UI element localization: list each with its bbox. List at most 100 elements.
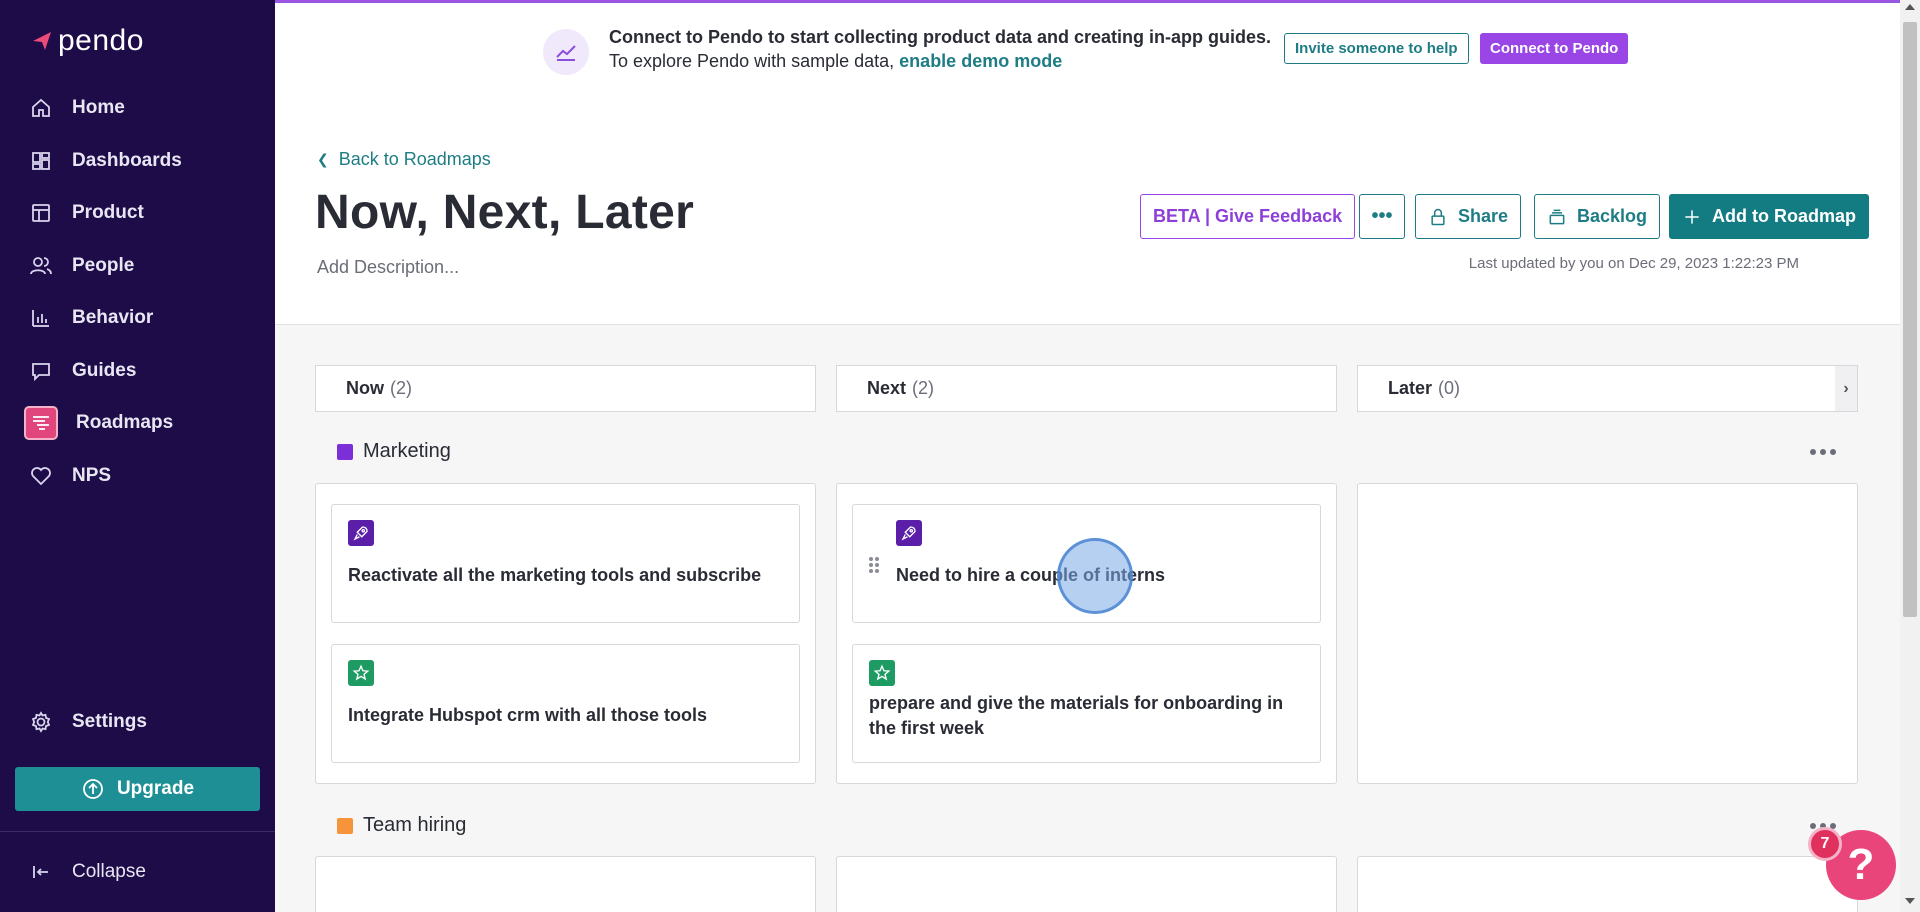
star-icon: [348, 660, 374, 686]
group-title-marketing[interactable]: Marketing: [337, 440, 451, 463]
logo-text: pendo: [58, 24, 144, 57]
sidebar-item-settings[interactable]: Settings: [22, 702, 260, 742]
behavior-icon: [28, 305, 54, 331]
pendo-logo-icon: [33, 32, 51, 50]
column-count: (0): [1438, 378, 1461, 398]
sidebar-item-label: Settings: [72, 711, 147, 732]
chevron-left-icon: ❮: [317, 151, 329, 167]
group-more-options[interactable]: [1810, 449, 1836, 455]
lane-team-hiring-now: [315, 856, 816, 912]
sidebar-divider: [0, 831, 275, 832]
sidebar-item-people[interactable]: People: [22, 246, 260, 286]
collapse-icon: [28, 859, 54, 885]
back-to-roadmaps-link[interactable]: ❮ Back to Roadmaps: [317, 149, 491, 170]
sidebar-collapse[interactable]: Collapse: [22, 852, 260, 892]
sidebar-item-label: Home: [72, 97, 125, 118]
sidebar-item-label: Roadmaps: [76, 412, 174, 433]
banner-subtitle-text: To explore Pendo with sample data,: [609, 51, 900, 71]
share-button[interactable]: Share: [1415, 194, 1522, 239]
connect-button[interactable]: Connect to Pendo: [1480, 33, 1629, 64]
chevron-right-icon[interactable]: ›: [1835, 366, 1857, 411]
scroll-up-icon[interactable]: [1905, 4, 1915, 10]
page-title[interactable]: Now, Next, Later: [315, 185, 694, 240]
add-label: Add to Roadmap: [1712, 206, 1856, 226]
backlog-label: Backlog: [1577, 206, 1648, 226]
column-name: Next: [867, 378, 907, 398]
column-header-next: Next (2): [836, 365, 1337, 412]
back-label: Back to Roadmaps: [338, 149, 491, 169]
card-title: Need to hire a couple of interns: [896, 565, 1166, 585]
roadmap-card[interactable]: Need to hire a couple of interns: [852, 504, 1321, 623]
lane-marketing-next: Need to hire a couple of interns prepare…: [836, 483, 1337, 784]
rocket-icon: [896, 520, 922, 546]
home-icon: [28, 95, 54, 121]
lane-team-hiring-later: [1357, 856, 1858, 912]
sidebar-item-dashboards[interactable]: Dashboards: [22, 141, 260, 181]
enable-demo-mode-link[interactable]: enable demo mode: [899, 51, 1062, 71]
add-to-roadmap-button[interactable]: Add to Roadmap: [1669, 194, 1869, 239]
star-icon: [869, 660, 895, 686]
backlog-button[interactable]: Backlog: [1534, 194, 1661, 239]
scrollbar-thumb[interactable]: [1903, 22, 1917, 617]
roadmap-card[interactable]: Reactivate all the marketing tools and s…: [331, 504, 800, 623]
drag-handle-icon[interactable]: [869, 557, 879, 573]
people-icon: [28, 253, 54, 279]
roadmap-card[interactable]: prepare and give the materials for onboa…: [852, 644, 1321, 763]
lane-team-hiring-next: [836, 856, 1337, 912]
sidebar-item-nps[interactable]: NPS: [22, 456, 260, 496]
sidebar-item-home[interactable]: Home: [22, 88, 260, 128]
collapse-label: Collapse: [72, 861, 146, 882]
scroll-down-icon[interactable]: [1905, 898, 1915, 904]
guides-icon: [28, 358, 54, 384]
invite-button[interactable]: Invite someone to help: [1284, 33, 1469, 64]
sidebar-item-product[interactable]: Product: [22, 193, 260, 233]
sidebar-item-behavior[interactable]: Behavior: [22, 298, 260, 338]
beta-feedback-button[interactable]: BETA | Give Feedback: [1140, 194, 1356, 239]
chart-trend-icon: [543, 29, 589, 75]
sidebar-item-label: NPS: [72, 465, 112, 486]
plus-icon: [1685, 209, 1699, 224]
upgrade-button[interactable]: Upgrade: [15, 767, 260, 811]
gear-icon: [28, 709, 54, 735]
roadmap-header: ❮ Back to Roadmaps Now, Next, Later Add …: [275, 93, 1900, 325]
column-name: Now: [346, 378, 384, 398]
sidebar-item-label: Behavior: [72, 307, 154, 328]
lane-marketing-later: [1357, 483, 1858, 784]
roadmap-card[interactable]: Integrate Hubspot crm with all those too…: [331, 644, 800, 763]
group-title-team-hiring[interactable]: Team hiring: [337, 814, 466, 837]
dashboards-icon: [28, 148, 54, 174]
column-header-later: Later (0) ›: [1357, 365, 1858, 412]
rocket-icon: [348, 520, 374, 546]
card-title: prepare and give the materials for onboa…: [869, 693, 1284, 738]
sidebar: pendo Home Dashboards Product People Beh…: [0, 0, 275, 912]
lane-marketing-now: Reactivate all the marketing tools and s…: [315, 483, 816, 784]
product-icon: [28, 200, 54, 226]
add-description[interactable]: Add Description...: [317, 257, 459, 278]
group-color-swatch: [337, 817, 353, 834]
more-options-button[interactable]: •••: [1359, 194, 1405, 239]
banner-title: Connect to Pendo to start collecting pro…: [609, 27, 1272, 47]
upgrade-icon: [83, 779, 103, 799]
sidebar-item-roadmaps[interactable]: Roadmaps: [22, 403, 260, 443]
sidebar-item-guides[interactable]: Guides: [22, 351, 260, 391]
backlog-icon: [1549, 209, 1565, 224]
card-title: Reactivate all the marketing tools and s…: [348, 565, 762, 585]
page-scrollbar[interactable]: [1900, 0, 1920, 912]
group-name: Team hiring: [363, 814, 467, 836]
heart-icon: [28, 463, 54, 489]
group-name: Marketing: [363, 440, 451, 462]
connect-banner: Connect to Pendo to start collecting pro…: [275, 0, 1900, 93]
sidebar-item-label: Guides: [72, 360, 137, 381]
column-name: Later: [1388, 378, 1433, 398]
roadmaps-icon: [24, 406, 58, 440]
column-count: (2): [912, 378, 935, 398]
lock-icon: [1431, 208, 1445, 225]
share-label: Share: [1458, 206, 1509, 226]
more-icon: •••: [1371, 205, 1393, 227]
upgrade-label: Upgrade: [116, 778, 195, 799]
sidebar-item-label: Dashboards: [72, 150, 182, 171]
sidebar-item-label: People: [72, 255, 135, 276]
pendo-logo[interactable]: pendo: [30, 24, 144, 58]
card-title: Integrate Hubspot crm with all those too…: [348, 705, 708, 725]
column-count: (2): [390, 378, 412, 398]
